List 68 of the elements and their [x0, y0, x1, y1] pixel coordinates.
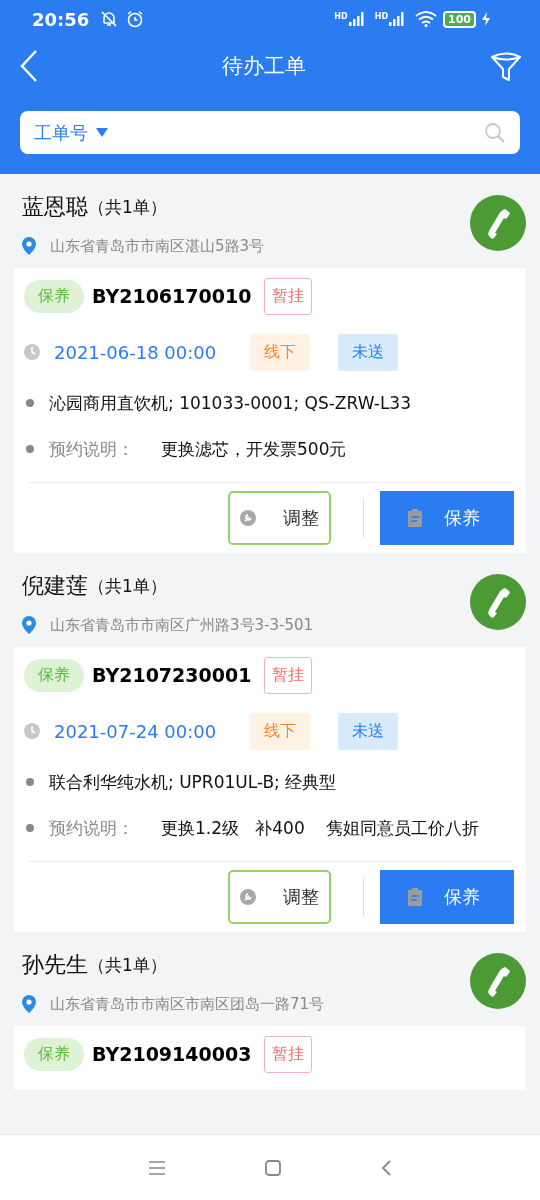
home-icon[interactable]: [265, 1159, 281, 1176]
phone-call-button[interactable]: [470, 574, 526, 630]
order-count: （共1单）: [88, 953, 167, 977]
wifi-icon: [415, 11, 438, 27]
note-text: 更换1.2级 补400 隽姐同意员工价八折: [161, 816, 480, 840]
dropdown-icon: [96, 127, 108, 138]
hold-tag: 暂挂: [264, 1035, 312, 1073]
order-card[interactable]: 保养 BY2106170010 暂挂 2021-06-18 00:00 线下 未送 沁园商用直饮机; 101033-0001; QS-ZRW-L33 预约说明： 更换滤芯，开发票500元 调整 保养: [14, 268, 526, 553]
appointment-date: 2021-07-24 00:00: [54, 720, 218, 742]
signal-icon: [348, 12, 365, 26]
channel-tag: 线下: [250, 712, 310, 750]
order-card[interactable]: 保养 BY2107230001 暂挂 2021-07-24 00:00 线下 未送 联合利华纯水机; UPR01UL-B; 经典型 预约说明： 更换1.2级 补400 隽姐同意员工价八折 调整 保养: [14, 647, 526, 932]
adjust-button[interactable]: 调整: [228, 491, 331, 545]
type-tag: 保养: [24, 1037, 84, 1071]
order-count: （共1单）: [88, 195, 167, 219]
maintain-button[interactable]: 保养: [380, 870, 514, 924]
back-icon[interactable]: [20, 50, 38, 82]
order-number: BY2107230001: [92, 664, 253, 686]
clock-icon: [24, 344, 40, 360]
menu-icon[interactable]: [149, 1160, 165, 1175]
customer-name: 倪建莲: [22, 572, 88, 600]
clock-icon: [24, 723, 40, 739]
type-tag: 保养: [24, 279, 84, 313]
note-label: 预约说明：: [49, 816, 135, 840]
delivery-tag: 未送: [338, 712, 398, 750]
order-card[interactable]: 保养 BY2109140003 暂挂: [14, 1026, 526, 1090]
field-selector[interactable]: 工单号: [34, 120, 88, 145]
hold-tag: 暂挂: [264, 277, 312, 315]
customer-name: 蓝恩聪: [22, 193, 88, 221]
clipboard-icon: [408, 888, 422, 906]
phone-call-button[interactable]: [470, 953, 526, 1009]
order-count: （共1单）: [88, 574, 167, 598]
signal-icon: [389, 12, 406, 26]
location-pin-icon: [22, 616, 36, 634]
product-info: 联合利华纯水机; UPR01UL-B; 经典型: [49, 770, 337, 794]
address: 山东省青岛市市南区市南区团岛一路71号: [50, 994, 325, 1014]
hold-tag: 暂挂: [264, 656, 312, 694]
note-text: 更换滤芯，开发票500元: [161, 437, 347, 461]
location-pin-icon: [22, 237, 36, 255]
search-field[interactable]: 工单号: [20, 111, 520, 154]
page-title: 待办工单: [221, 53, 307, 80]
filter-icon[interactable]: [490, 50, 522, 82]
status-time: 20:56: [32, 8, 90, 30]
bullet-icon: [26, 445, 34, 453]
charging-icon: [482, 12, 490, 26]
note-label: 预约说明：: [49, 437, 135, 461]
clipboard-icon: [408, 509, 422, 527]
hd-label: HD: [374, 12, 389, 21]
address: 山东省青岛市市南区湛山5路3号: [50, 236, 265, 256]
battery-level: 100: [443, 10, 476, 28]
bullet-icon: [26, 399, 34, 407]
maintain-button[interactable]: 保养: [380, 491, 514, 545]
type-tag: 保养: [24, 658, 84, 692]
adjust-button[interactable]: 调整: [228, 870, 331, 924]
channel-tag: 线下: [250, 333, 310, 371]
customer-name: 孙先生: [22, 951, 88, 979]
phone-call-button[interactable]: [470, 195, 526, 251]
bullet-icon: [26, 824, 34, 832]
address: 山东省青岛市市南区广州路3号3-3-501: [50, 615, 314, 635]
delivery-tag: 未送: [338, 333, 398, 371]
order-number: BY2106170010: [92, 285, 253, 307]
order-number: BY2109140003: [92, 1043, 253, 1065]
location-pin-icon: [22, 995, 36, 1013]
back-nav-icon[interactable]: [381, 1159, 391, 1176]
bullet-icon: [26, 778, 34, 786]
product-info: 沁园商用直饮机; 101033-0001; QS-ZRW-L33: [49, 391, 411, 415]
appointment-date: 2021-06-18 00:00: [54, 341, 218, 363]
hd-label: HD: [334, 12, 348, 21]
